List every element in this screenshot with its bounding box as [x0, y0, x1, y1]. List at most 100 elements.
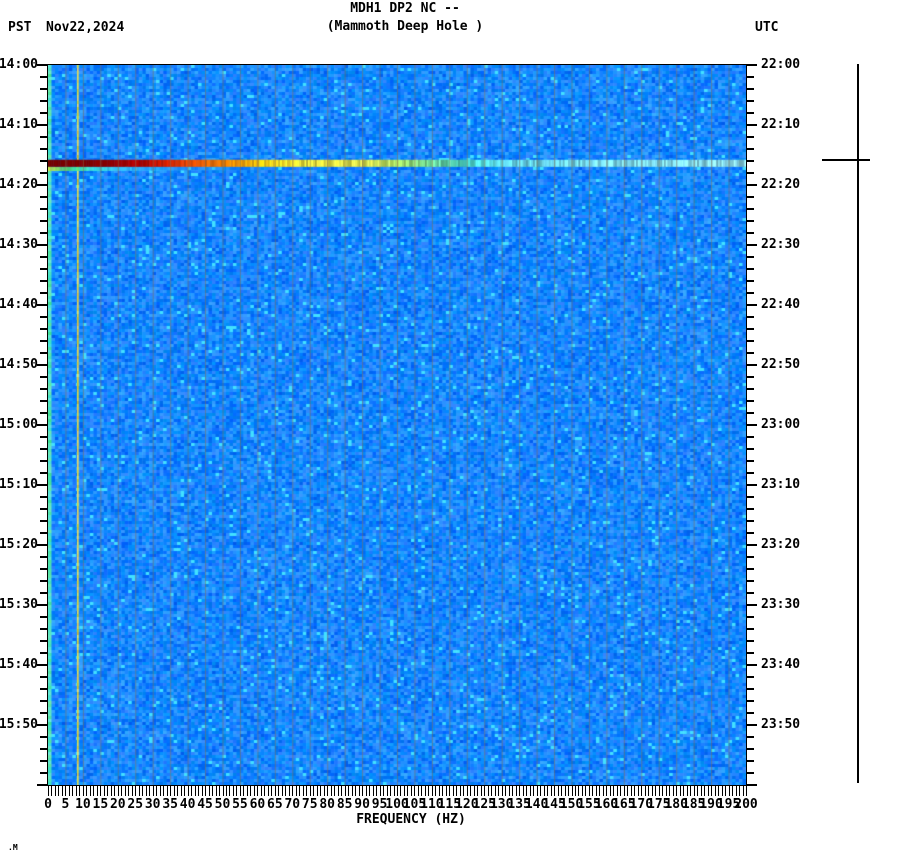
spectrogram-plot: [47, 64, 747, 786]
y-axis-right-tick: [747, 400, 754, 402]
x-axis-tick: [578, 786, 579, 796]
x-axis-tick: [58, 786, 59, 796]
x-axis-tick: [292, 786, 293, 796]
x-axis-tick: [592, 786, 593, 796]
y-axis-right-tick: [747, 388, 754, 390]
x-axis-tick: [620, 786, 621, 796]
y-axis-right-tick: [747, 448, 754, 450]
y-axis-right-label: 22:00: [761, 57, 800, 73]
x-axis-tick-label: 5: [62, 797, 70, 812]
x-axis-tick: [306, 786, 307, 796]
y-axis-left-tick: [37, 664, 47, 666]
x-axis-tick: [104, 786, 105, 796]
y-axis-right-tick: [747, 376, 754, 378]
y-axis-right-tick: [747, 340, 754, 342]
x-axis-tick: [732, 786, 733, 796]
x-axis-tick: [516, 786, 517, 796]
x-axis-tick: [554, 786, 555, 796]
y-axis-left-tick: [40, 568, 47, 570]
x-axis-tick: [439, 786, 440, 796]
y-axis-right-tick: [747, 592, 754, 594]
y-axis-left-tick: [37, 364, 47, 366]
y-axis-right-tick: [747, 268, 754, 270]
x-axis-tick: [394, 786, 395, 796]
x-axis-tick: [83, 786, 84, 796]
x-axis-tick: [582, 786, 583, 796]
x-axis-tick: [634, 786, 635, 796]
x-axis-tick: [268, 786, 269, 796]
x-axis-tick: [453, 786, 454, 796]
y-axis-left-label: 15:40: [0, 657, 38, 673]
x-axis-tick: [470, 786, 471, 796]
y-axis-left-label: 15:50: [0, 717, 38, 733]
x-axis-tick: [125, 786, 126, 796]
y-axis-left-tick: [40, 280, 47, 282]
x-axis-tick: [694, 786, 695, 796]
x-axis-tick: [540, 786, 541, 796]
y-axis-left-tick: [40, 580, 47, 582]
y-axis-right-label: 22:20: [761, 177, 800, 193]
y-axis-left-label: 15:00: [0, 417, 38, 433]
x-axis-tick: [352, 786, 353, 796]
y-axis-right-label: 22:10: [761, 117, 800, 133]
y-axis-right-tick: [747, 460, 754, 462]
x-axis-tick: [739, 786, 740, 796]
x-axis-tick: [666, 786, 667, 796]
y-axis-left-tick: [40, 400, 47, 402]
y-axis-right-tick: [747, 532, 754, 534]
x-axis-tick: [533, 786, 534, 796]
x-axis-tick: [317, 786, 318, 796]
y-axis-left-tick: [40, 196, 47, 198]
x-axis-tick: [565, 786, 566, 796]
x-axis-tick: [338, 786, 339, 796]
x-axis-tick: [387, 786, 388, 796]
y-axis-left-tick: [40, 172, 47, 174]
x-axis-tick: [690, 786, 691, 796]
x-axis-tick: [111, 786, 112, 796]
x-axis-tick: [383, 786, 384, 796]
y-axis-left-label: 14:50: [0, 357, 38, 373]
x-axis-tick: [264, 786, 265, 796]
y-axis-right-tick: [747, 472, 754, 474]
x-axis-tick: [547, 786, 548, 796]
x-axis-tick: [271, 786, 272, 796]
y-axis-left-tick: [40, 772, 47, 774]
y-axis-left-tick: [37, 124, 47, 126]
y-axis-right-tick: [747, 712, 754, 714]
x-axis-tick: [282, 786, 283, 796]
x-axis-tick: [327, 786, 328, 796]
x-axis-tick-label: 80: [319, 797, 335, 812]
x-axis-tick-label: 200: [734, 797, 757, 812]
x-axis-tick: [188, 786, 189, 796]
x-axis-tick: [359, 786, 360, 796]
x-axis-tick: [223, 786, 224, 796]
x-axis-tick: [599, 786, 600, 796]
y-axis-left-label: 15:30: [0, 597, 38, 613]
x-axis-tick-label: 85: [337, 797, 353, 812]
x-axis-tick: [76, 786, 77, 796]
x-axis-tick: [505, 786, 506, 796]
x-axis-tick: [191, 786, 192, 796]
x-axis-tick: [366, 786, 367, 796]
y-axis-left-tick: [40, 88, 47, 90]
x-axis-tick: [400, 786, 401, 796]
y-axis-right-label: 22:30: [761, 237, 800, 253]
y-axis-left-label: 14:10: [0, 117, 38, 133]
x-axis-tick: [467, 786, 468, 796]
x-axis-tick: [418, 786, 419, 796]
x-axis-tick: [331, 786, 332, 796]
y-axis-left-tick: [40, 712, 47, 714]
x-axis-tick-label: 75: [302, 797, 318, 812]
y-axis-right-label: 22:40: [761, 297, 800, 313]
x-axis-tick: [167, 786, 168, 796]
x-axis-tick-label: 60: [250, 797, 266, 812]
y-axis-right-tick: [747, 232, 754, 234]
x-axis-tick: [708, 786, 709, 796]
y-axis-right-tick: [747, 64, 757, 66]
x-axis-tick: [715, 786, 716, 796]
x-axis-tick-label: 30: [145, 797, 161, 812]
y-axis-left-tick: [40, 556, 47, 558]
x-axis-tick: [704, 786, 705, 796]
x-axis-tick: [397, 786, 398, 796]
y-axis-left-tick: [37, 484, 47, 486]
